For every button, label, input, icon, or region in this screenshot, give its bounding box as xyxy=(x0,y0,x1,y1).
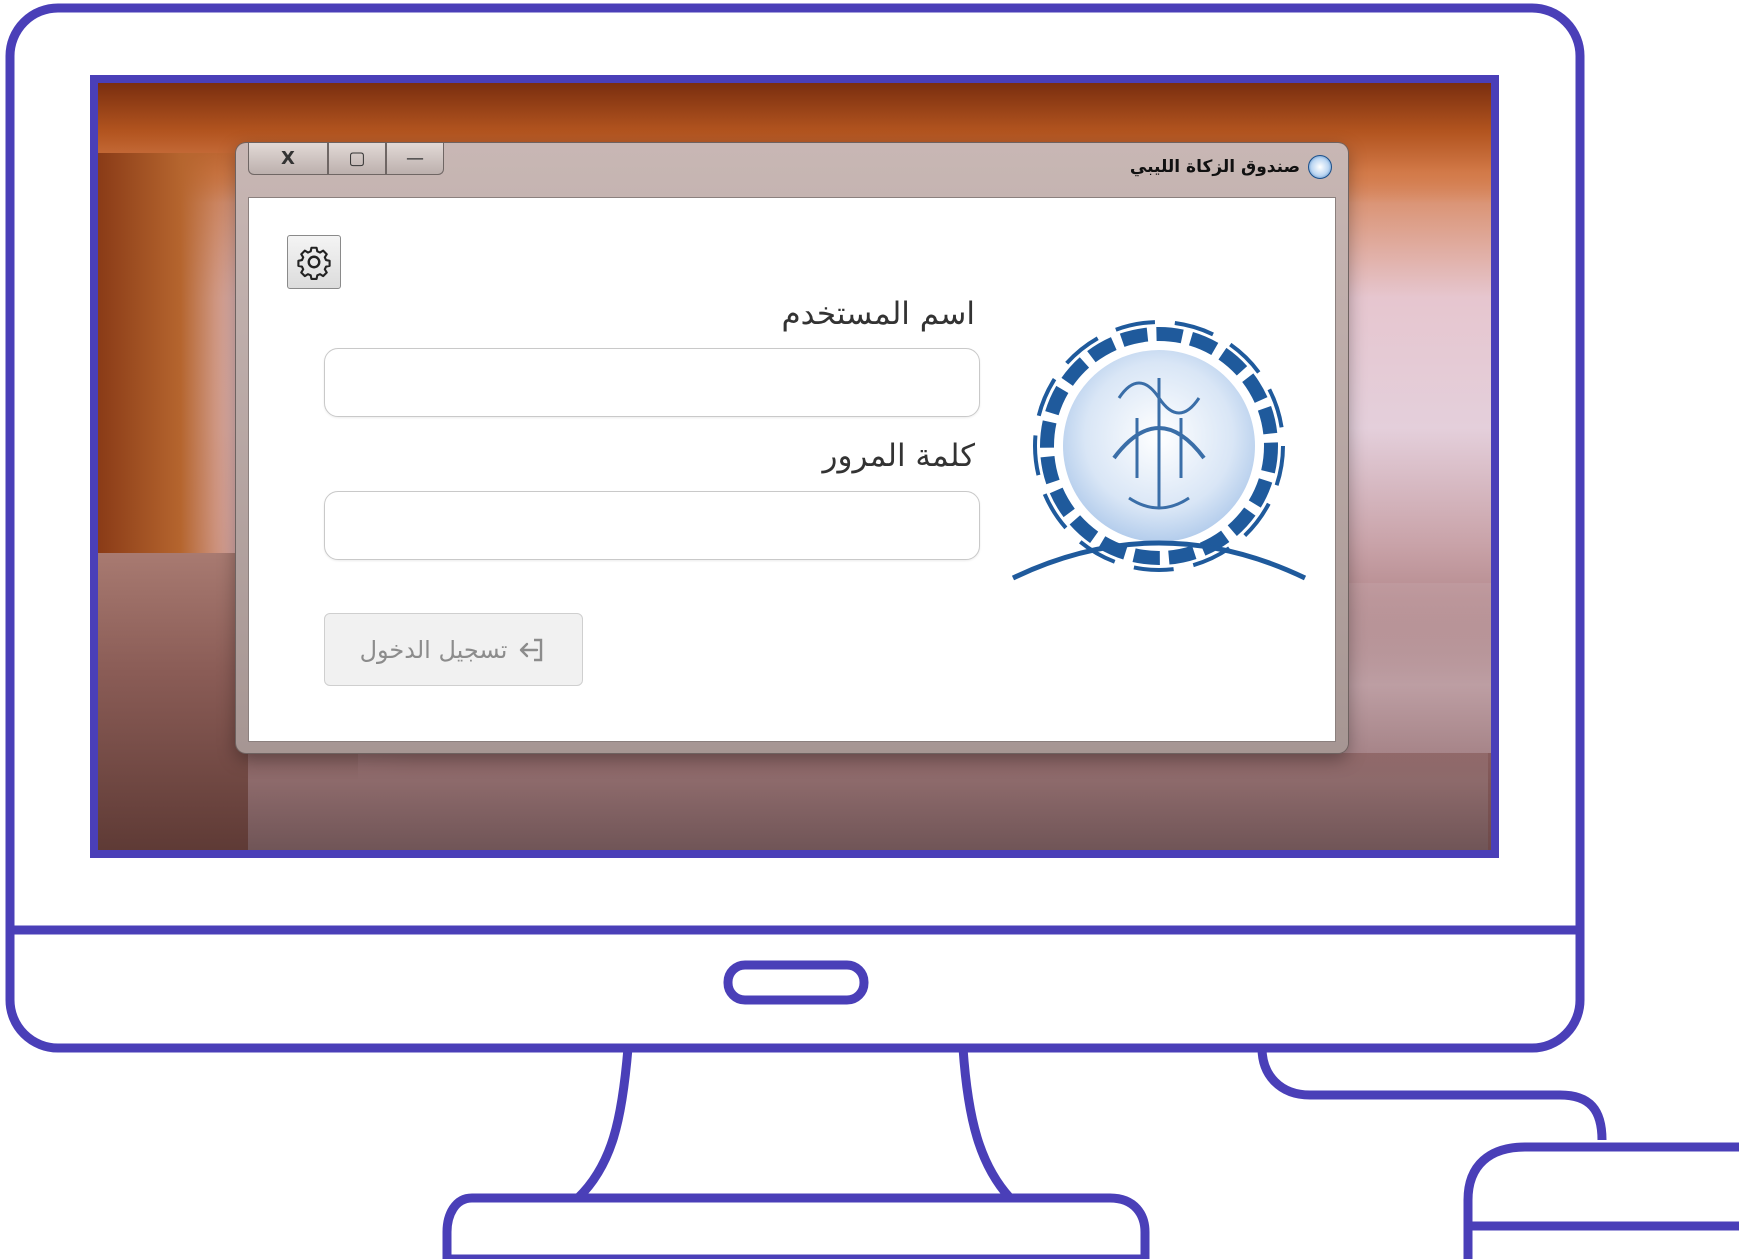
close-button[interactable]: X xyxy=(248,143,328,175)
login-button-label: تسجيل الدخول xyxy=(359,635,508,664)
wallpaper-rock-left xyxy=(98,153,248,553)
gear-icon xyxy=(297,246,331,280)
window-controls: X ▢ — xyxy=(248,143,444,177)
login-form-panel: اسم المستخدم كلمة المرور تسجيل الدخول xyxy=(248,197,1336,742)
login-window: X ▢ — صندوق الزكاة الليبي اسم المستخدم ك… xyxy=(236,143,1348,753)
window-title-area: صندوق الزكاة الليبي xyxy=(1130,155,1332,179)
password-label: كلمة المرور xyxy=(822,438,975,474)
side-text: يد xyxy=(1700,310,1739,373)
settings-button[interactable] xyxy=(287,235,341,289)
minimize-button[interactable]: — xyxy=(386,143,444,175)
zakat-fund-logo xyxy=(1011,320,1307,581)
sign-in-icon xyxy=(520,638,543,661)
window-titlebar[interactable]: X ▢ — صندوق الزكاة الليبي xyxy=(236,143,1348,197)
username-input[interactable] xyxy=(324,348,980,417)
username-label: اسم المستخدم xyxy=(781,296,975,332)
zakat-fund-icon xyxy=(1308,155,1332,179)
window-title: صندوق الزكاة الليبي xyxy=(1129,157,1300,177)
maximize-button[interactable]: ▢ xyxy=(328,143,386,175)
desktop-screen: X ▢ — صندوق الزكاة الليبي اسم المستخدم ك… xyxy=(98,83,1491,850)
password-input[interactable] xyxy=(324,491,980,560)
login-button[interactable]: تسجيل الدخول xyxy=(324,613,583,686)
